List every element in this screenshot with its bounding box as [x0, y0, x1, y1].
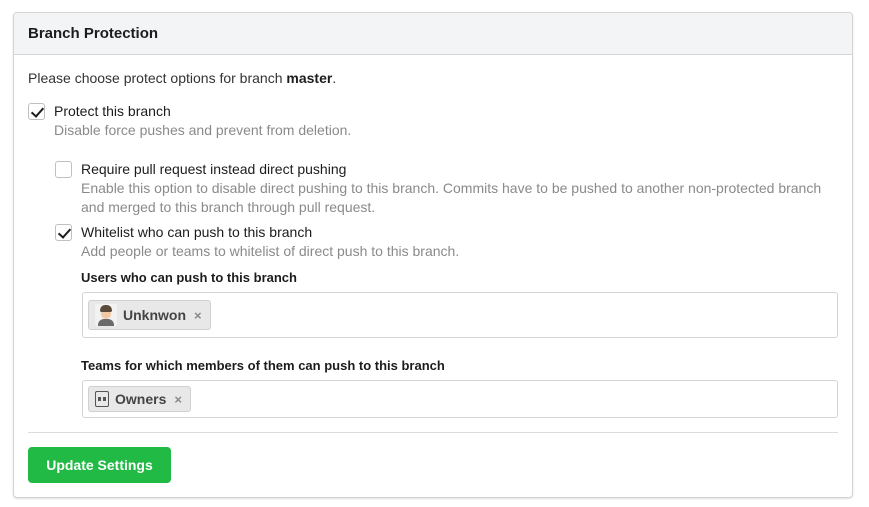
whitelist-option: Whitelist who can push to this branch Ad…	[55, 224, 845, 264]
team-icon	[95, 391, 109, 407]
whitelist-help: Add people or teams to whitelist of dire…	[81, 243, 460, 259]
divider	[28, 432, 838, 433]
branch-name: master	[286, 70, 333, 86]
remove-user-icon[interactable]: ×	[194, 308, 202, 323]
remove-team-icon[interactable]: ×	[174, 392, 182, 407]
branch-protection-panel: Branch Protection Please choose protect …	[13, 12, 853, 498]
whitelist-checkbox[interactable]	[55, 224, 72, 241]
user-chip-name: Unknwon	[123, 307, 186, 323]
user-chip[interactable]: Unknwon ×	[88, 300, 211, 330]
update-settings-button[interactable]: Update Settings	[28, 447, 171, 483]
users-field-label: Users who can push to this branch	[81, 270, 297, 285]
panel-title: Branch Protection	[14, 13, 852, 55]
team-chip-name: Owners	[115, 391, 167, 407]
require-pr-option: Require pull request instead direct push…	[55, 161, 845, 221]
intro-text: Please choose protect options for branch…	[28, 70, 337, 86]
teams-field-label: Teams for which members of them can push…	[81, 358, 445, 373]
user-avatar-icon	[95, 304, 117, 326]
protect-branch-checkbox[interactable]	[28, 103, 45, 120]
team-chip[interactable]: Owners ×	[88, 386, 191, 412]
require-pr-help: Enable this option to disable direct pus…	[81, 180, 822, 215]
require-pr-checkbox[interactable]	[55, 161, 72, 178]
users-multi-select[interactable]: Unknwon ×	[82, 292, 838, 338]
protect-branch-help: Disable force pushes and prevent from de…	[54, 122, 352, 138]
teams-multi-select[interactable]: Owners ×	[82, 380, 838, 418]
whitelist-label[interactable]: Whitelist who can push to this branch	[81, 224, 312, 240]
protect-branch-label[interactable]: Protect this branch	[54, 103, 171, 119]
require-pr-label[interactable]: Require pull request instead direct push…	[81, 161, 346, 177]
protect-branch-option: Protect this branch Disable force pushes…	[28, 103, 828, 143]
